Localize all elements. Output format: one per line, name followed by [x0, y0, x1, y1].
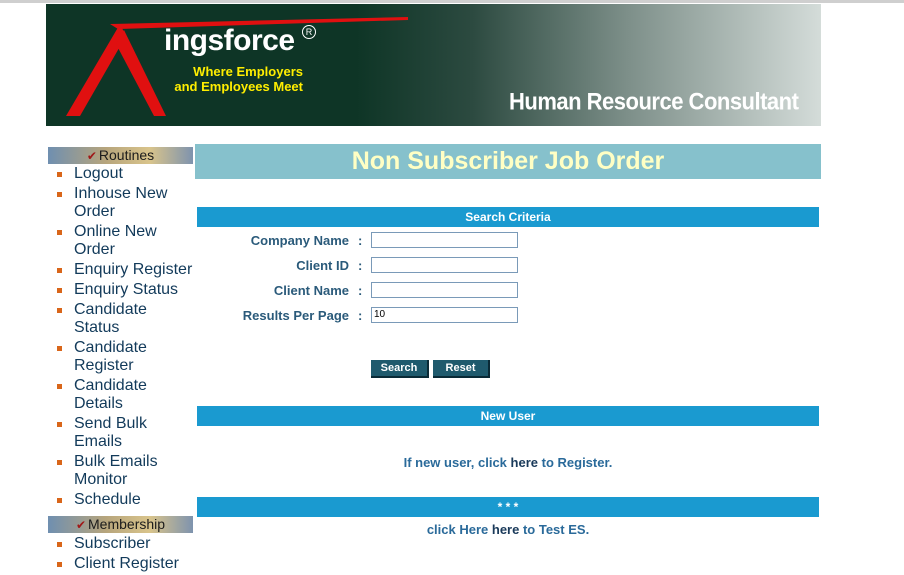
client-name-input[interactable] — [371, 282, 518, 298]
colon-separator: : — [358, 308, 363, 323]
colon-separator: : — [358, 233, 363, 248]
membership-header-label: Membership — [88, 516, 166, 532]
sidebar-item-enquiry-status[interactable]: Enquiry Status — [48, 281, 198, 299]
register-here-link[interactable]: here — [511, 455, 538, 470]
tagline-line1: Where Employers — [193, 64, 303, 79]
bullet-icon — [57, 288, 62, 293]
results-per-page-input[interactable] — [371, 307, 518, 323]
client-id-label: Client ID — [296, 258, 349, 273]
header-banner: ingsforce R Where Employers and Employee… — [46, 4, 821, 126]
tagline-line2: and Employees Meet — [174, 79, 303, 94]
test-text-mid: here — [491, 522, 520, 537]
company-name-input[interactable] — [371, 232, 518, 248]
bullet-icon — [57, 460, 62, 465]
bullet-icon — [57, 542, 62, 547]
bullet-icon — [57, 172, 62, 177]
sidebar-item-online-new-order[interactable]: Online New Order — [48, 223, 189, 259]
checkmark-icon: ✔ — [75, 518, 87, 532]
colon-separator: : — [358, 283, 363, 298]
brand-name: ingsforce — [164, 24, 295, 57]
search-button[interactable]: Search — [371, 360, 429, 378]
reset-button[interactable]: Reset — [433, 360, 490, 378]
membership-menu: Subscriber Client Register — [48, 535, 198, 575]
new-user-header: New User — [197, 406, 819, 426]
sidebar-item-inhouse-new-order[interactable]: Inhouse New Order — [48, 185, 199, 221]
sidebar-item-candidate-details[interactable]: Candidate Details — [48, 377, 184, 413]
register-text-pre: If new user, click — [403, 455, 507, 470]
bullet-icon — [57, 230, 62, 235]
client-name-label: Client Name — [273, 283, 349, 298]
sidebar-item-bulk-emails-monitor[interactable]: Bulk Emails Monitor — [48, 453, 189, 489]
bullet-icon — [57, 562, 62, 567]
client-id-input[interactable] — [371, 257, 518, 273]
bullet-icon — [57, 268, 62, 273]
search-criteria-header: Search Criteria — [197, 207, 819, 227]
checkmark-icon: ✔ — [86, 149, 97, 163]
bullet-icon — [57, 192, 62, 197]
sidebar-item-candidate-status[interactable]: Candidate Status — [48, 301, 184, 337]
test-es-prompt: click Here here to Test ES. — [197, 522, 819, 537]
registered-mark-icon: R — [302, 25, 316, 39]
page-title: Non Subscriber Job Order — [195, 144, 821, 179]
banner-subtitle: Human Resource Consultant — [509, 87, 799, 116]
routines-header: ✔ Routines — [48, 147, 193, 164]
window-top-border — [0, 0, 904, 3]
sidebar-item-client-register[interactable]: Client Register — [48, 555, 198, 573]
membership-header: ✔ Membership — [48, 516, 193, 533]
sidebar-item-candidate-register[interactable]: Candidate Register — [48, 339, 184, 375]
bullet-icon — [57, 384, 62, 389]
click-here-link[interactable]: click Here — [427, 522, 488, 537]
bullet-icon — [57, 308, 62, 313]
test-text-post: to Test ES. — [522, 522, 590, 537]
misc-section-header: * * * — [197, 497, 819, 517]
sidebar-item-schedule[interactable]: Schedule — [48, 491, 198, 509]
bullet-icon — [57, 422, 62, 427]
sidebar-item-send-bulk-emails[interactable]: Send Bulk Emails — [48, 415, 184, 451]
sidebar-item-subscriber[interactable]: Subscriber — [48, 535, 198, 553]
results-per-page-label: Results Per Page — [242, 308, 349, 323]
register-prompt: If new user, click here to Register. — [197, 455, 819, 470]
register-text-post: to Register. — [541, 455, 613, 470]
routines-menu: Logout Inhouse New Order Online New Orde… — [48, 165, 198, 511]
company-name-label: Company Name — [250, 233, 349, 248]
sidebar-item-enquiry-register[interactable]: Enquiry Register — [48, 261, 198, 279]
bullet-icon — [57, 498, 62, 503]
bullet-icon — [57, 346, 62, 351]
sidebar-item-logout[interactable]: Logout — [48, 165, 198, 183]
colon-separator: : — [358, 258, 363, 273]
routines-header-label: Routines — [98, 147, 155, 163]
